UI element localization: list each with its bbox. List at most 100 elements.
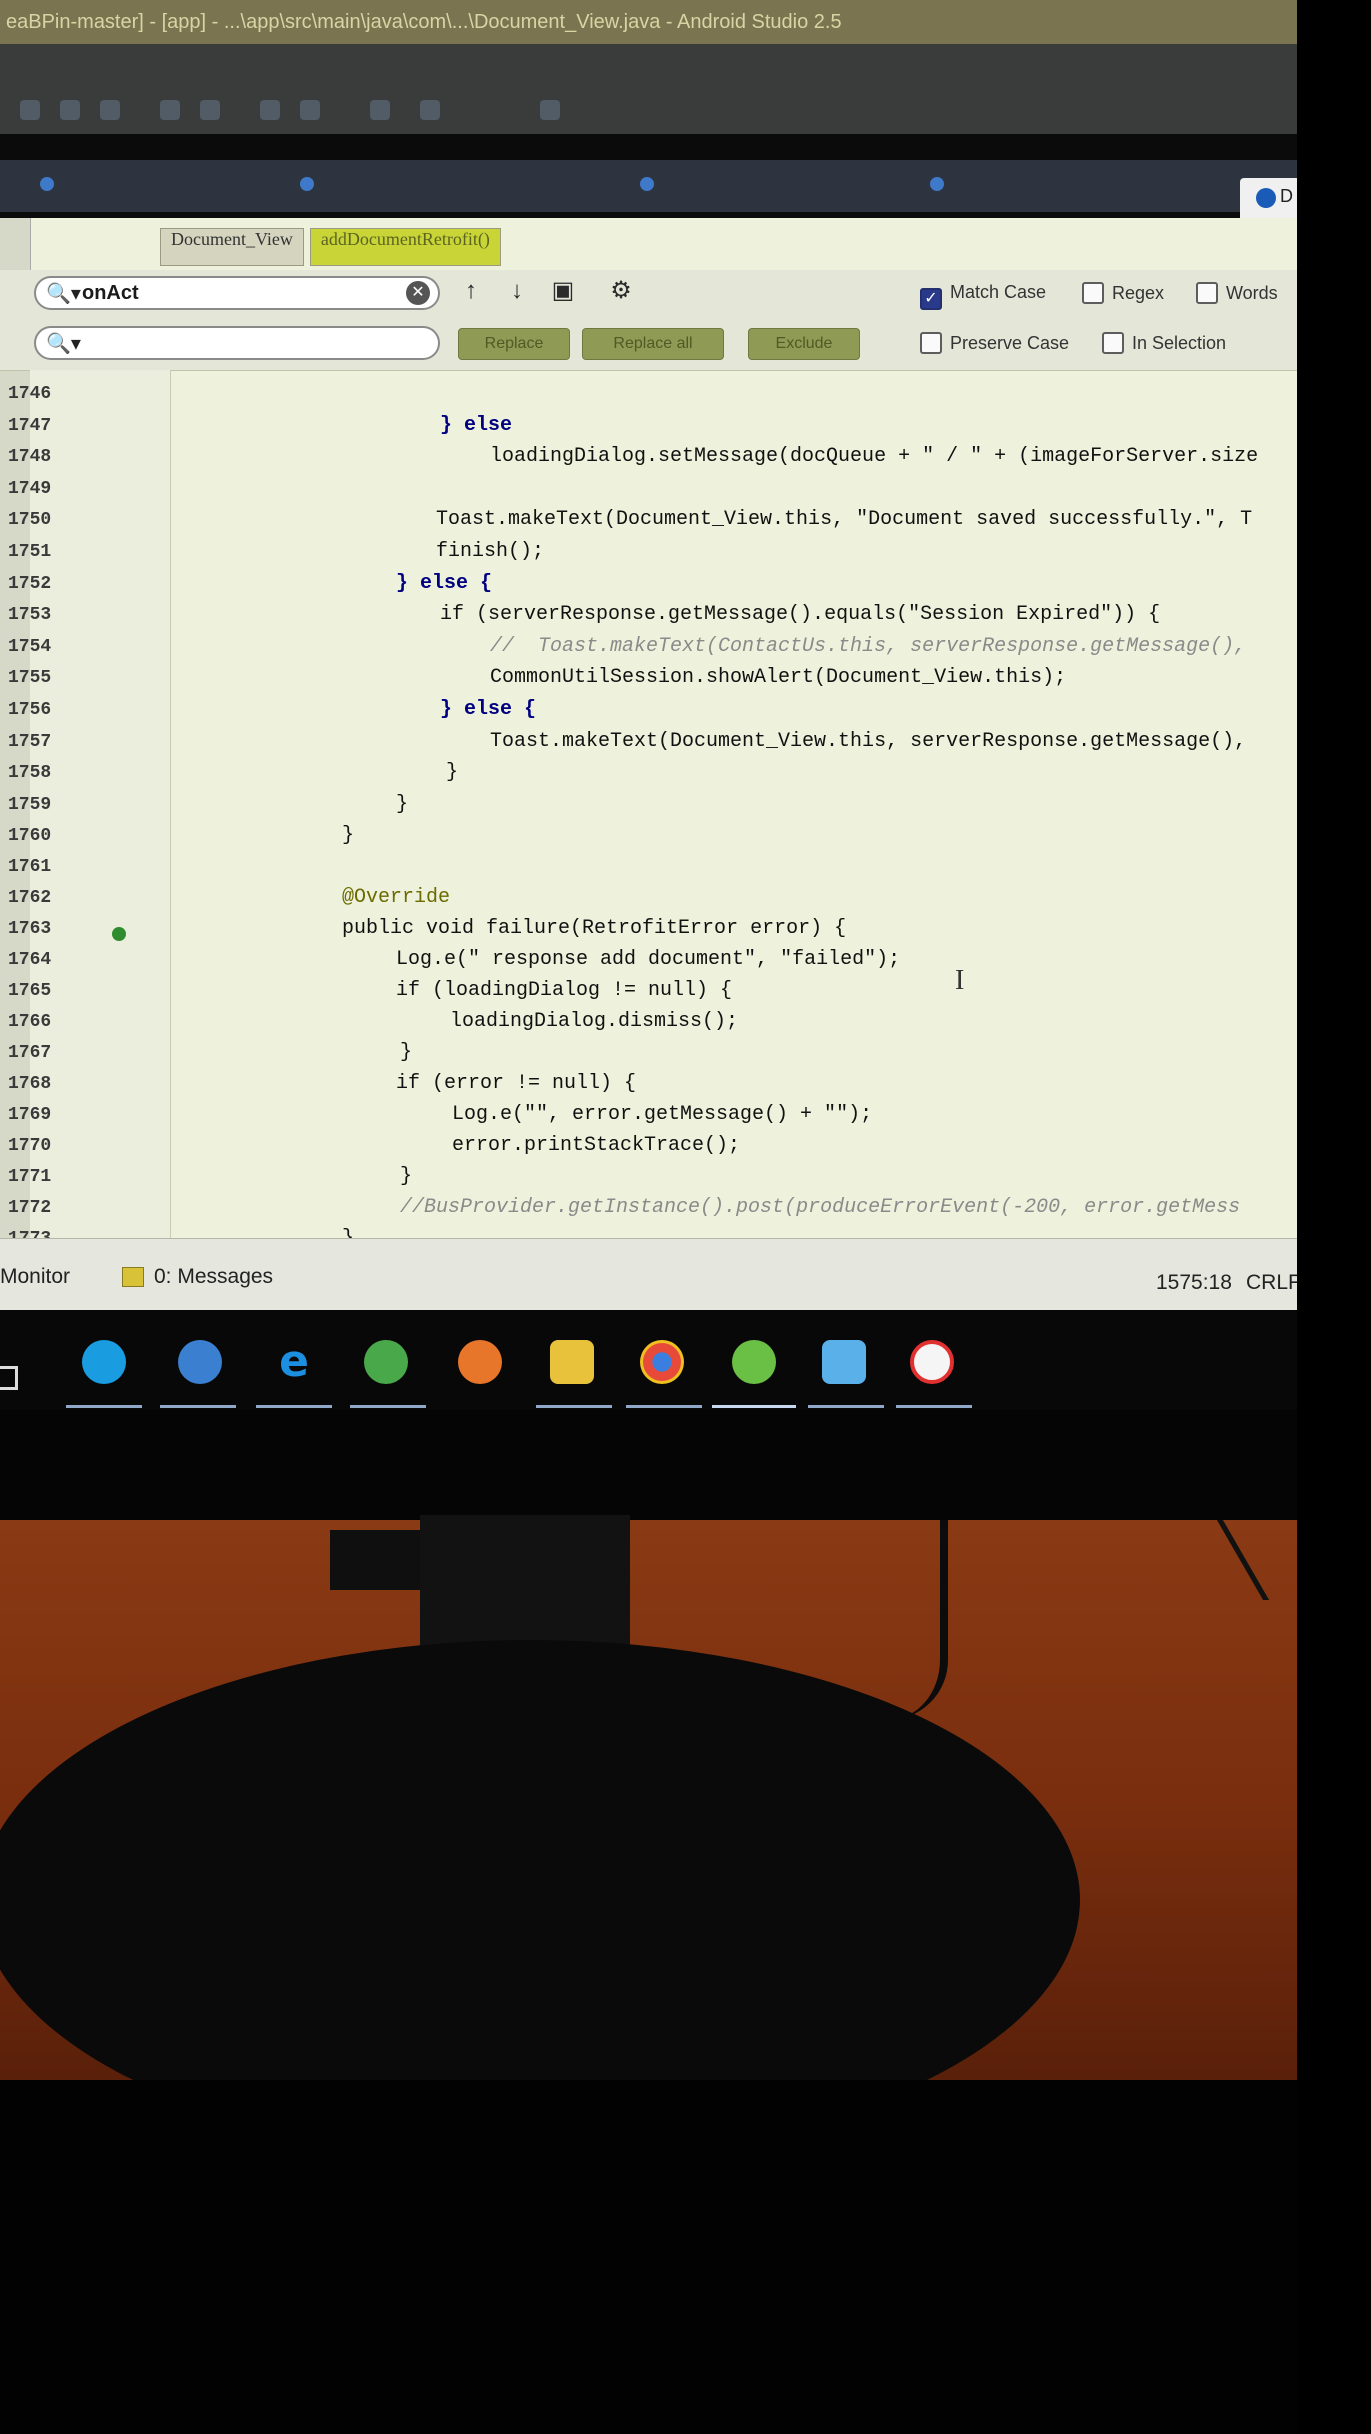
skype-icon[interactable] bbox=[82, 1340, 126, 1384]
line-number[interactable]: 1757 bbox=[8, 732, 98, 752]
line-number[interactable]: 1765 bbox=[8, 981, 98, 1001]
code-line[interactable]: if (loadingDialog != null) { bbox=[396, 979, 732, 1002]
next-occurrence-icon[interactable]: ↓ bbox=[504, 278, 530, 304]
redo-icon[interactable] bbox=[200, 100, 220, 120]
breadcrumb-class[interactable]: Document_View bbox=[160, 228, 304, 266]
code-line[interactable]: } bbox=[342, 824, 354, 847]
debug-icon[interactable] bbox=[420, 100, 440, 120]
line-number[interactable]: 1750 bbox=[8, 510, 98, 530]
code-line[interactable]: @Override bbox=[342, 886, 450, 909]
code-line[interactable]: } else { bbox=[440, 698, 536, 721]
line-number[interactable]: 1751 bbox=[8, 542, 98, 562]
search-input[interactable]: 🔍▾ onAct ✕ bbox=[34, 276, 440, 310]
replace-input[interactable]: 🔍▾ bbox=[34, 326, 440, 360]
cut-icon[interactable] bbox=[260, 100, 280, 120]
line-number[interactable]: 1746 bbox=[8, 384, 98, 404]
line-number[interactable]: 1762 bbox=[8, 888, 98, 908]
code-line[interactable]: loadingDialog.dismiss(); bbox=[450, 1010, 738, 1033]
line-number[interactable]: 1753 bbox=[8, 605, 98, 625]
checkbox-icon[interactable] bbox=[920, 332, 942, 354]
tab-file[interactable] bbox=[300, 174, 320, 200]
line-number[interactable]: 1772 bbox=[8, 1198, 98, 1218]
line-number[interactable]: 1771 bbox=[8, 1167, 98, 1187]
copy-icon[interactable] bbox=[300, 100, 320, 120]
exclude-button[interactable]: Exclude bbox=[748, 328, 860, 360]
code-line[interactable]: Log.e(" response add document", "failed"… bbox=[396, 948, 900, 971]
replace-button[interactable]: Replace bbox=[458, 328, 570, 360]
line-number[interactable]: 1764 bbox=[8, 950, 98, 970]
open-icon[interactable] bbox=[20, 100, 40, 120]
line-number[interactable]: 1756 bbox=[8, 700, 98, 720]
firefox-icon[interactable] bbox=[458, 1340, 502, 1384]
find-all-icon[interactable]: ▣ bbox=[550, 278, 576, 304]
code-line[interactable]: } bbox=[446, 761, 458, 784]
save-icon[interactable] bbox=[60, 100, 80, 120]
in-selection-option[interactable]: In Selection bbox=[1102, 332, 1226, 354]
tab-file[interactable] bbox=[40, 174, 60, 200]
code-line[interactable]: } bbox=[400, 1041, 412, 1064]
code-line[interactable]: error.printStackTrace(); bbox=[452, 1134, 740, 1157]
regex-option[interactable]: Regex bbox=[1082, 282, 1164, 304]
code-line[interactable]: if (serverResponse.getMessage().equals("… bbox=[440, 603, 1160, 626]
code-line[interactable]: Toast.makeText(Document_View.this, "Docu… bbox=[436, 508, 1252, 531]
checkbox-icon[interactable] bbox=[1082, 282, 1104, 304]
editor-area[interactable] bbox=[0, 218, 1297, 1238]
clear-icon[interactable]: ✕ bbox=[406, 281, 430, 305]
replace-all-button[interactable]: Replace all bbox=[582, 328, 724, 360]
chrome-icon[interactable] bbox=[640, 1340, 684, 1384]
sync-icon[interactable] bbox=[100, 100, 120, 120]
sdk-manager-icon[interactable] bbox=[540, 100, 560, 120]
checkbox-icon[interactable] bbox=[1102, 332, 1124, 354]
code-line[interactable]: Log.e("", error.getMessage() + ""); bbox=[452, 1103, 872, 1126]
code-line[interactable]: } bbox=[400, 1165, 412, 1188]
line-number[interactable]: 1754 bbox=[8, 637, 98, 657]
monitor-tab[interactable]: Monitor bbox=[0, 1265, 70, 1289]
code-line[interactable]: if (error != null) { bbox=[396, 1072, 636, 1095]
code-line[interactable]: } else { bbox=[396, 572, 492, 595]
line-number[interactable]: 1769 bbox=[8, 1105, 98, 1125]
line-number[interactable]: 1763 bbox=[8, 919, 98, 939]
code-line[interactable]: Toast.makeText(Document_View.this, serve… bbox=[490, 730, 1246, 753]
edge-icon[interactable]: e bbox=[272, 1340, 316, 1384]
breadcrumb-method[interactable]: addDocumentRetrofit() bbox=[309, 228, 501, 266]
code-line[interactable]: finish(); bbox=[436, 540, 544, 563]
thunderbird-icon[interactable] bbox=[178, 1340, 222, 1384]
line-number[interactable]: 1755 bbox=[8, 668, 98, 688]
file-explorer-icon[interactable] bbox=[550, 1340, 594, 1384]
line-separator[interactable]: CRLF bbox=[1246, 1271, 1297, 1295]
task-app-icon[interactable] bbox=[910, 1340, 954, 1384]
line-number[interactable]: 1749 bbox=[8, 479, 98, 499]
code-line[interactable]: } bbox=[396, 793, 408, 816]
android-studio-icon[interactable] bbox=[732, 1340, 776, 1384]
checkbox-checked-icon[interactable]: ✓ bbox=[920, 288, 942, 310]
line-number[interactable]: 1770 bbox=[8, 1136, 98, 1156]
code-line[interactable]: loadingDialog.setMessage(docQueue + " / … bbox=[490, 445, 1258, 468]
match-case-option[interactable]: ✓ Match Case bbox=[920, 282, 1046, 310]
words-option[interactable]: Words bbox=[1196, 282, 1278, 304]
network-icon[interactable] bbox=[364, 1340, 408, 1384]
undo-icon[interactable] bbox=[160, 100, 180, 120]
tab-file[interactable] bbox=[640, 174, 660, 200]
preserve-case-option[interactable]: Preserve Case bbox=[920, 332, 1069, 354]
line-number[interactable]: 1761 bbox=[8, 857, 98, 877]
task-view-icon[interactable] bbox=[0, 1366, 18, 1390]
line-number[interactable]: 1767 bbox=[8, 1043, 98, 1063]
previous-occurrence-icon[interactable]: ↑ bbox=[458, 278, 484, 304]
code-line[interactable]: public void failure(RetrofitError error)… bbox=[342, 917, 846, 940]
tab-file[interactable] bbox=[930, 174, 950, 200]
filter-icon[interactable]: ⚙ bbox=[608, 278, 634, 304]
checkbox-icon[interactable] bbox=[1196, 282, 1218, 304]
remote-desktop-icon[interactable] bbox=[822, 1340, 866, 1384]
code-line[interactable]: CommonUtilSession.showAlert(Document_Vie… bbox=[490, 666, 1066, 689]
line-number[interactable]: 1760 bbox=[8, 826, 98, 846]
code-line[interactable]: // Toast.makeText(ContactUs.this, server… bbox=[490, 635, 1246, 658]
override-marker-icon[interactable] bbox=[112, 927, 126, 941]
caret-position[interactable]: 1575:18 bbox=[1156, 1271, 1232, 1295]
line-number[interactable]: 1748 bbox=[8, 447, 98, 467]
code-line[interactable]: } else bbox=[440, 414, 512, 437]
line-number[interactable]: 1758 bbox=[8, 763, 98, 783]
line-number[interactable]: 1759 bbox=[8, 795, 98, 815]
tab-active-document-view[interactable]: D bbox=[1240, 178, 1297, 218]
run-icon[interactable] bbox=[370, 100, 390, 120]
line-number[interactable]: 1747 bbox=[8, 416, 98, 436]
